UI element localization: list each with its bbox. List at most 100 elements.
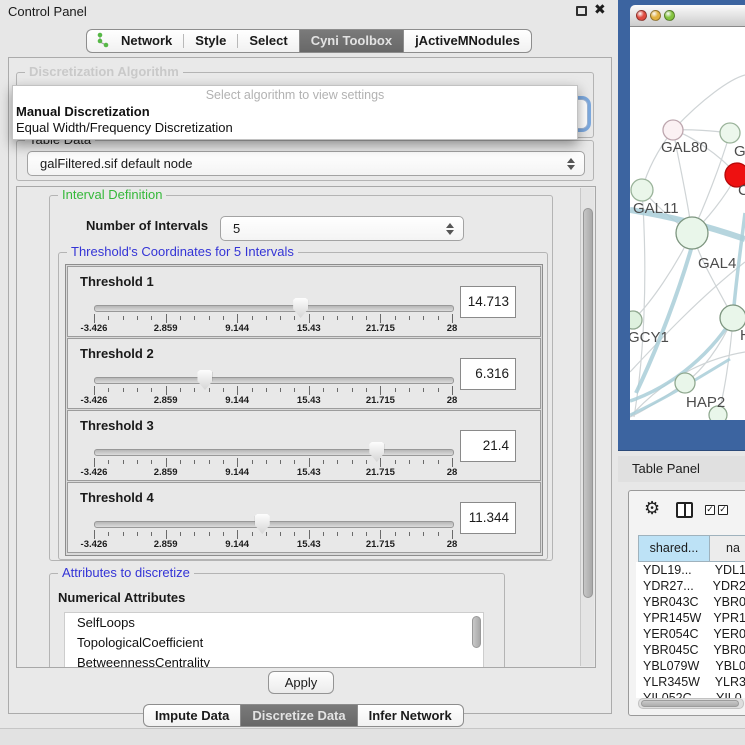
tab-network[interactable]: Network bbox=[110, 30, 183, 52]
table-row[interactable]: YDL19...YDL1 bbox=[636, 562, 745, 578]
threshold-4-value[interactable]: 11.344 bbox=[460, 502, 516, 534]
tick-mark bbox=[366, 388, 367, 392]
tick-mark bbox=[452, 458, 453, 467]
gal80-node[interactable] bbox=[663, 120, 683, 140]
tick-mark bbox=[137, 460, 138, 464]
tick-mark bbox=[108, 532, 109, 536]
checkbox-icon[interactable]: ✓ bbox=[705, 505, 715, 515]
cell: YIL052C bbox=[636, 690, 708, 698]
table-data-group: Table Data galFiltered.sif default node bbox=[16, 140, 594, 181]
tab-cyni-toolbox[interactable]: Cyni Toolbox bbox=[299, 29, 404, 53]
number-of-intervals-combo[interactable]: 5 bbox=[220, 216, 464, 241]
table-row[interactable]: YBL079WYBL0 bbox=[636, 658, 745, 674]
combo-stepper-icon bbox=[567, 158, 575, 170]
tick-mark bbox=[223, 316, 224, 320]
zoom-traffic-light[interactable] bbox=[664, 10, 675, 21]
network-edge[interactable] bbox=[673, 75, 745, 130]
checkbox-icon[interactable]: ✓ bbox=[718, 505, 728, 515]
tick-mark bbox=[423, 316, 424, 320]
tick-mark bbox=[423, 388, 424, 392]
table-row[interactable]: YLR345WYLR3 bbox=[636, 674, 745, 690]
columns-icon[interactable] bbox=[676, 502, 693, 518]
minimize-traffic-light[interactable] bbox=[650, 10, 661, 21]
tick-mark bbox=[366, 532, 367, 536]
threshold-1-value[interactable]: 14.713 bbox=[460, 286, 516, 318]
tick-mark bbox=[94, 458, 95, 467]
column-header-name[interactable]: na bbox=[710, 535, 745, 562]
tick-mark bbox=[137, 316, 138, 320]
node-table: YDL19...YDL1 YDR27...YDR2 YBR043CYBR0 YP… bbox=[636, 562, 745, 698]
tick-mark bbox=[194, 460, 195, 464]
network-canvas[interactable]: GAL80GACGAL11GAL4GCY1HHAP2 bbox=[630, 27, 745, 420]
tick-mark bbox=[123, 460, 124, 464]
algorithm-dropdown-popup: Select algorithm to view settings Manual… bbox=[12, 85, 578, 140]
threshold-3-label: Threshold 3 bbox=[80, 418, 154, 433]
table-row[interactable]: YIL052CYIL0 bbox=[636, 690, 745, 698]
tick-mark bbox=[352, 388, 353, 392]
list-scrollbar[interactable] bbox=[472, 616, 481, 648]
tick-mark bbox=[137, 532, 138, 536]
close-traffic-light[interactable] bbox=[636, 10, 647, 21]
tick-mark bbox=[280, 388, 281, 392]
cell: YLR3 bbox=[707, 674, 745, 690]
slider-tick-labels: -3.4262.8599.14415.4321.71528 bbox=[94, 395, 452, 407]
gal-node[interactable] bbox=[720, 123, 740, 143]
threshold-2-value[interactable]: 6.316 bbox=[460, 358, 516, 390]
table-row[interactable]: YER054CYER0 bbox=[636, 626, 745, 642]
tick-label: 9.144 bbox=[225, 395, 249, 406]
tab-discretize-data-label: Discretize Data bbox=[241, 705, 356, 727]
cell: YDR2 bbox=[705, 578, 745, 594]
list-item[interactable]: TopologicalCoefficient bbox=[65, 633, 483, 653]
gcy1-node[interactable] bbox=[630, 311, 642, 329]
threshold-2-slider[interactable] bbox=[94, 377, 454, 384]
node-label: GA bbox=[734, 143, 745, 160]
tick-mark bbox=[94, 530, 95, 539]
tick-mark bbox=[166, 530, 167, 539]
threshold-2-panel: Threshold 2 -3.4262.8599.14415.4321.7152… bbox=[67, 338, 541, 409]
list-item[interactable]: SelfLoops bbox=[65, 613, 483, 633]
main-scrollbar[interactable] bbox=[580, 188, 594, 666]
column-header-shared-name[interactable]: shared... bbox=[638, 535, 710, 562]
gear-icon[interactable]: ⚙ bbox=[644, 498, 660, 519]
tab-jactivemnodules[interactable]: jActiveMNodules bbox=[404, 29, 532, 53]
tick-mark bbox=[438, 316, 439, 320]
tick-mark bbox=[352, 532, 353, 536]
popup-item-manual-discretization[interactable]: Manual Discretization bbox=[13, 104, 577, 120]
control-panel-tabbar: Network Style Select Cyni Toolbox jActiv… bbox=[86, 29, 532, 53]
tick-label: 9.144 bbox=[225, 323, 249, 334]
popup-item-equal-width-frequency[interactable]: Equal Width/Frequency Discretization bbox=[13, 120, 577, 136]
tab-select[interactable]: Select bbox=[238, 30, 298, 52]
cell: YBR0 bbox=[705, 594, 745, 610]
table-panel-titlebar: Table Panel bbox=[618, 456, 745, 482]
table-row[interactable]: YDR27...YDR2 bbox=[636, 578, 745, 594]
hap2-node[interactable] bbox=[675, 373, 695, 393]
threshold-3-value[interactable]: 21.4 bbox=[460, 430, 516, 462]
threshold-3-slider[interactable] bbox=[94, 449, 454, 456]
tab-infer-network[interactable]: Infer Network bbox=[358, 704, 464, 727]
table-row[interactable]: YBR045CYBR0 bbox=[636, 642, 745, 658]
cell: YER0 bbox=[705, 626, 745, 642]
tab-impute-data[interactable]: Impute Data bbox=[143, 704, 240, 727]
tab-style[interactable]: Style bbox=[184, 30, 237, 52]
main-scrollbar-thumb[interactable] bbox=[583, 208, 593, 598]
table-hscrollbar[interactable] bbox=[638, 698, 744, 709]
apply-button[interactable]: Apply bbox=[268, 671, 334, 694]
table-hscrollbar-thumb[interactable] bbox=[641, 700, 739, 707]
gal11-node[interactable] bbox=[631, 179, 653, 201]
table-data-combo[interactable]: galFiltered.sif default node bbox=[27, 151, 585, 176]
tick-mark bbox=[337, 460, 338, 464]
threshold-4-slider[interactable] bbox=[94, 521, 454, 528]
tab-infer-network-label: Infer Network bbox=[358, 705, 463, 727]
list-item[interactable]: BetweennessCentrality bbox=[65, 653, 483, 668]
float-window-icon[interactable] bbox=[576, 6, 587, 16]
tick-mark bbox=[180, 316, 181, 320]
tab-discretize-data[interactable]: Discretize Data bbox=[240, 704, 357, 727]
close-icon[interactable]: ✖ bbox=[594, 2, 606, 18]
table-row[interactable]: YBR043CYBR0 bbox=[636, 594, 745, 610]
table-row[interactable]: YPR145WYPR1 bbox=[636, 610, 745, 626]
threshold-1-slider[interactable] bbox=[94, 305, 454, 312]
tick-mark bbox=[294, 460, 295, 464]
cell: YBR0 bbox=[705, 642, 745, 658]
gal4-node[interactable] bbox=[676, 217, 708, 249]
network-window-titlebar[interactable] bbox=[630, 5, 745, 27]
